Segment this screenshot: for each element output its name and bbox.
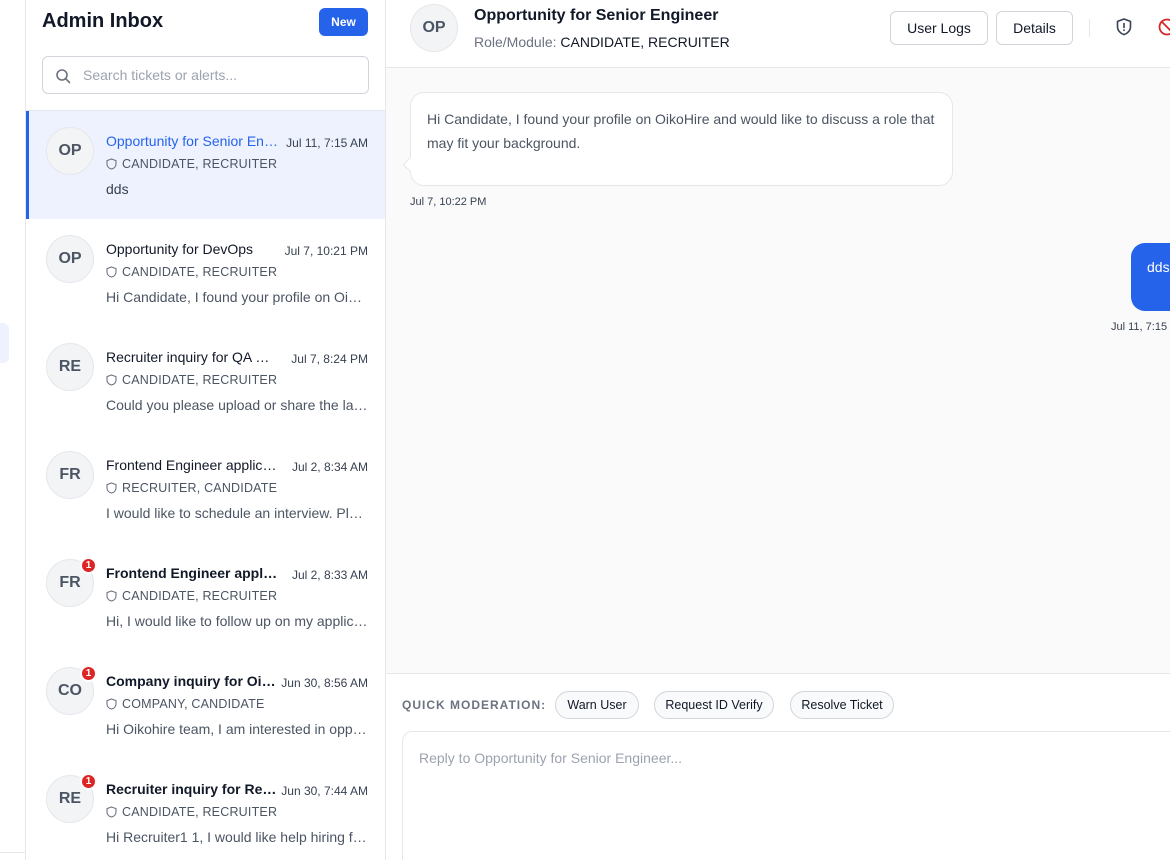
conversation-roles: CANDIDATE, RECRUITER [106, 157, 277, 171]
roles-text: RECRUITER, CANDIDATE [122, 481, 278, 495]
outgoing-message-time: Jul 11, 7:15 [1111, 321, 1168, 333]
shield-icon [106, 266, 117, 278]
avatar: OP [46, 127, 94, 175]
shield-icon [106, 806, 117, 818]
inbox-title: Admin Inbox [42, 10, 164, 32]
conversation-title: Company inquiry for OikoHire [106, 673, 278, 689]
conversation-list: OP Opportunity for Senior Engineer Jul 1… [26, 111, 385, 860]
chat-avatar: OP [410, 4, 458, 52]
unread-badge: 1 [80, 665, 97, 682]
details-button[interactable]: Details [996, 11, 1073, 45]
chat-title: Opportunity for Senior Engineer [474, 7, 719, 24]
conversation-roles: CANDIDATE, RECRUITER [106, 373, 277, 387]
search-icon [56, 69, 71, 84]
unread-badge: 1 [80, 773, 97, 790]
user-logs-button[interactable]: User Logs [890, 11, 988, 45]
conversation-title: Frontend Engineer application [106, 457, 278, 473]
conversation-item[interactable]: OP Opportunity for DevOps Jul 7, 10:21 P… [26, 219, 385, 327]
conversation-item[interactable]: OP Opportunity for Senior Engineer Jul 1… [26, 111, 385, 219]
reply-input[interactable] [402, 731, 1170, 860]
conversation-time: Jul 2, 8:33 AM [291, 568, 368, 582]
shield-icon [106, 374, 117, 386]
quick-moderation-label: QUICK MODERATION: [402, 698, 547, 712]
new-ticket-button[interactable]: New [319, 8, 368, 36]
conversation-item[interactable]: RE 1 Recruiter inquiry for Recruiter1 Ju… [26, 759, 385, 860]
request-id-verify-button[interactable]: Request ID Verify [654, 691, 774, 719]
conversation-preview: Hi Oikohire team, I am interested in opp… [106, 721, 369, 737]
search-box [42, 56, 369, 94]
avatar: FR [46, 451, 94, 499]
conversation-item[interactable]: FR 1 Frontend Engineer application Jul 2… [26, 543, 385, 651]
conversation-roles: RECRUITER, CANDIDATE [106, 481, 277, 495]
conversation-preview: dds [106, 181, 129, 197]
role-module-value: CANDIDATE, RECRUITER [560, 34, 730, 50]
unread-badge: 1 [80, 557, 97, 574]
conversation-time: Jul 2, 8:34 AM [291, 460, 368, 474]
conversation-title: Opportunity for Senior Engineer [106, 133, 278, 149]
rail-active-indicator[interactable] [0, 323, 9, 363]
shield-icon [106, 158, 117, 170]
shield-icon [106, 590, 117, 602]
conversation-item[interactable]: RE Recruiter inquiry for QA Resources Ju… [26, 327, 385, 435]
conversation-preview: Hi Candidate, I found your profile on Oi… [106, 289, 369, 305]
conversation-item[interactable]: FR Frontend Engineer application Jul 2, … [26, 435, 385, 543]
inbox-header: Admin Inbox New [26, 0, 385, 111]
warn-user-button[interactable]: Warn User [555, 691, 639, 719]
incoming-message-time: Jul 7, 10:22 PM [410, 196, 487, 208]
conversation-roles: COMPANY, CANDIDATE [106, 697, 265, 711]
avatar: RE [46, 343, 94, 391]
role-module-label: Role/Module: [474, 34, 557, 50]
header-divider [1089, 19, 1090, 37]
conversation-title: Recruiter inquiry for Recruiter1 [106, 781, 278, 797]
conversation-title: Recruiter inquiry for QA Resources [106, 349, 278, 365]
resolve-ticket-button[interactable]: Resolve Ticket [790, 691, 894, 719]
conversation-preview: Hi, I would like to follow up on my appl… [106, 613, 369, 629]
conversation-time: Jul 11, 7:15 AM [286, 136, 368, 150]
shield-alert-icon[interactable] [1114, 17, 1134, 37]
shield-icon [106, 698, 117, 710]
conversation-title: Opportunity for DevOps [106, 241, 254, 257]
chat-header: OP Opportunity for Senior Engineer Role/… [386, 0, 1170, 68]
roles-text: CANDIDATE, RECRUITER [122, 805, 278, 819]
inbox-panel: Admin Inbox New OP Opportunity for Senio… [26, 0, 386, 860]
conversation-roles: CANDIDATE, RECRUITER [106, 265, 277, 279]
ban-user-icon[interactable] [1157, 17, 1170, 37]
search-input[interactable] [83, 57, 363, 93]
conversation-roles: CANDIDATE, RECRUITER [106, 589, 277, 603]
outgoing-message-bubble: dds [1131, 243, 1170, 311]
conversation-preview: I would like to schedule an interview. P… [106, 505, 369, 521]
conversation-time: Jun 30, 8:56 AM [281, 676, 368, 690]
conversation-time: Jun 30, 7:44 AM [281, 784, 368, 798]
roles-text: CANDIDATE, RECRUITER [122, 265, 278, 279]
conversation-time: Jul 7, 8:24 PM [291, 352, 368, 366]
left-rail [0, 0, 26, 860]
avatar: OP [46, 235, 94, 283]
conversation-preview: Hi Recruiter1 1, I would like help hirin… [106, 829, 369, 845]
roles-text: CANDIDATE, RECRUITER [122, 157, 278, 171]
conversation-time: Jul 7, 10:21 PM [284, 244, 368, 258]
composer: QUICK MODERATION: Warn User Request ID V… [386, 673, 1170, 860]
roles-text: CANDIDATE, RECRUITER [122, 589, 278, 603]
conversation-preview: Could you please upload or share the lat… [106, 397, 369, 413]
chat-subtitle: Role/Module: CANDIDATE, RECRUITER [474, 34, 730, 50]
rail-divider [0, 852, 26, 853]
chat-panel: OP Opportunity for Senior Engineer Role/… [386, 0, 1170, 860]
roles-text: CANDIDATE, RECRUITER [122, 373, 278, 387]
shield-icon [106, 482, 117, 494]
roles-text: COMPANY, CANDIDATE [122, 697, 265, 711]
admin-inbox-app: Admin Inbox New OP Opportunity for Senio… [0, 0, 1170, 860]
conversation-roles: CANDIDATE, RECRUITER [106, 805, 277, 819]
incoming-message-bubble: Hi Candidate, I found your profile on Oi… [410, 92, 953, 186]
conversation-item[interactable]: CO 1 Company inquiry for OikoHire Jun 30… [26, 651, 385, 759]
conversation-title: Frontend Engineer application [106, 565, 278, 581]
